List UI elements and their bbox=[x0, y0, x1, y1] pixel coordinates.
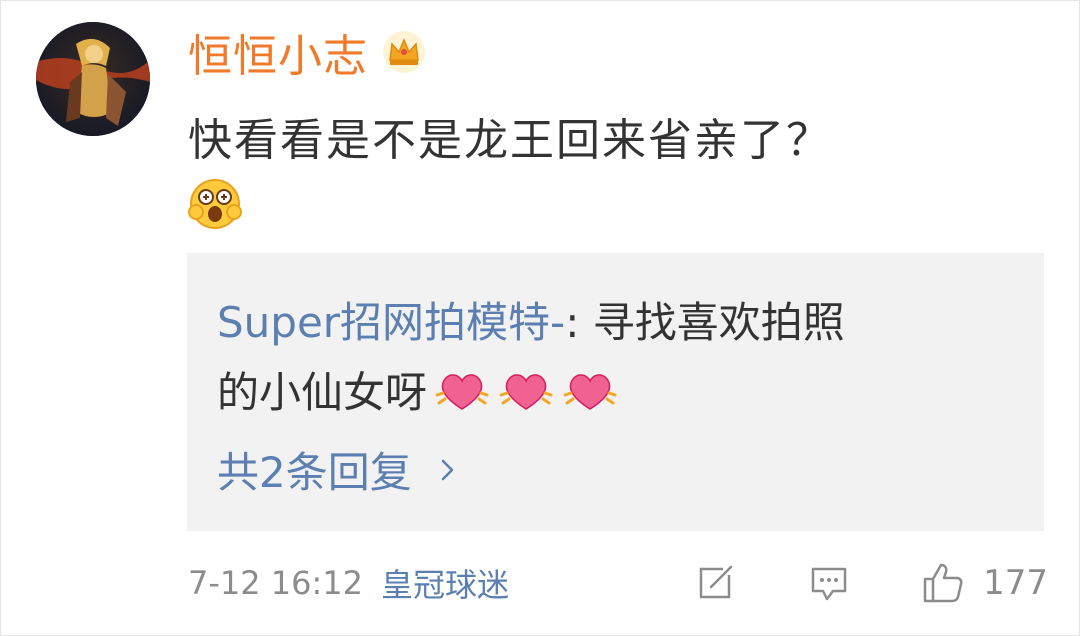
avatar[interactable] bbox=[36, 22, 150, 136]
comment-text: 快看看是不是龙王回来省亲了？ bbox=[188, 115, 832, 166]
view-all-replies-link[interactable]: 共2条回复 bbox=[217, 439, 456, 500]
action-bar: 177 bbox=[693, 558, 1048, 608]
replies-count-label[interactable]: 共2条回复 bbox=[217, 439, 412, 500]
chevron-right-icon bbox=[441, 459, 453, 480]
thumbs-up-icon[interactable] bbox=[921, 561, 965, 605]
user-row: 恒恒小志 bbox=[188, 22, 426, 82]
reply-preview-box[interactable]: Super招网拍模特-: 寻找喜欢拍照 的小仙女呀 共2条回复 bbox=[187, 253, 1044, 531]
wow-face-emoji bbox=[188, 176, 242, 230]
reply-first-line: Super招网拍模特-: 寻找喜欢拍照 bbox=[217, 289, 845, 350]
comment-footer: 7-12 16:12 皇冠球迷 177 bbox=[188, 558, 1048, 608]
reply-text-line1: 寻找喜欢拍照 bbox=[592, 298, 845, 347]
timestamp: 7-12 16:12 bbox=[188, 564, 364, 602]
reply-author[interactable]: Super招网拍模特- bbox=[217, 298, 565, 347]
reply-separator: : bbox=[565, 298, 593, 347]
crown-icon[interactable] bbox=[382, 30, 426, 74]
reply-second-line: 的小仙女呀 bbox=[217, 359, 619, 420]
reply-text-line2: 的小仙女呀 bbox=[217, 368, 428, 417]
edit-icon[interactable] bbox=[693, 561, 737, 605]
beating-heart-emoji bbox=[561, 365, 619, 415]
beating-heart-emoji bbox=[433, 365, 491, 415]
username[interactable]: 恒恒小志 bbox=[188, 20, 368, 84]
fan-badge[interactable]: 皇冠球迷 bbox=[381, 560, 509, 606]
comment-icon[interactable] bbox=[807, 561, 851, 605]
beating-heart-emoji bbox=[497, 365, 555, 415]
like-count: 177 bbox=[983, 563, 1048, 603]
